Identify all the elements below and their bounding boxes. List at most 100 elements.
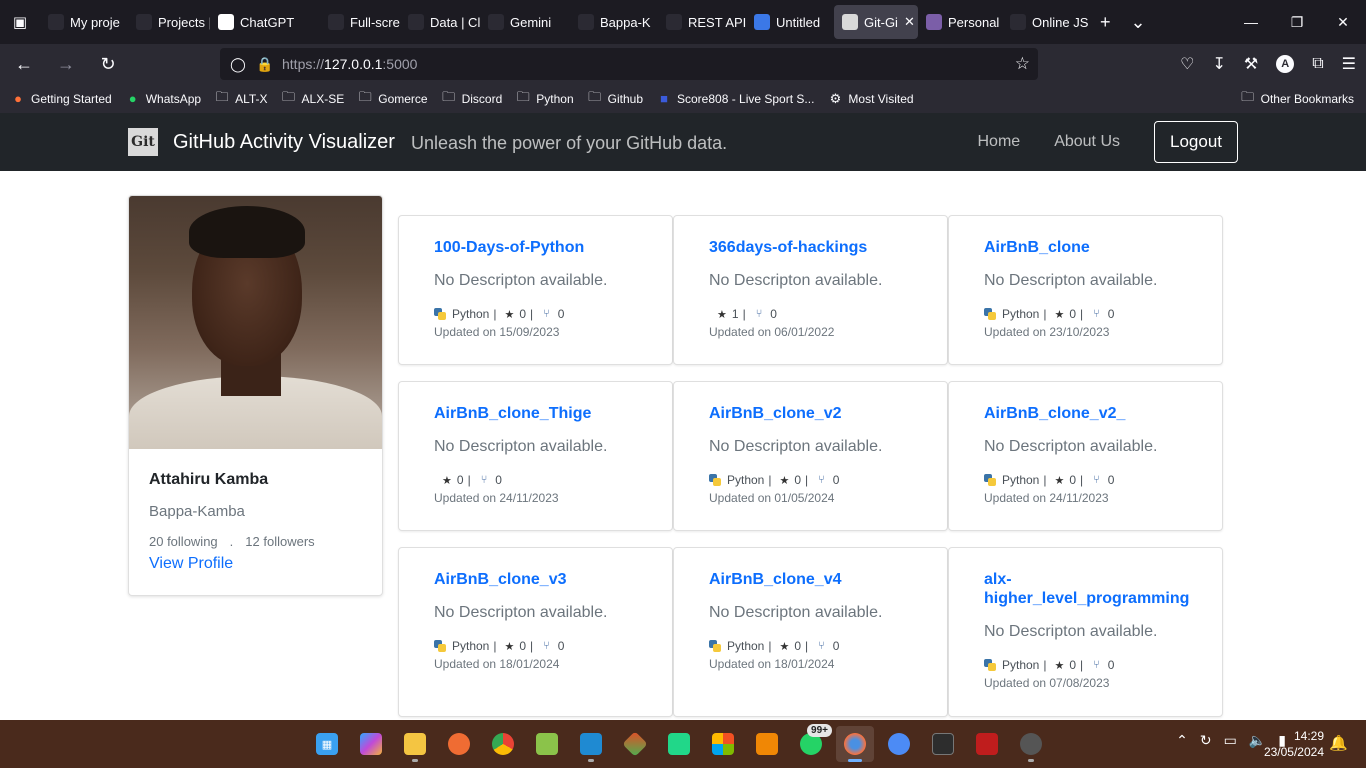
repo-updated: Updated on 01/05/2024 bbox=[709, 491, 835, 505]
browser-tab[interactable]: Bappa-K bbox=[570, 5, 658, 39]
nav-about-link[interactable]: About Us bbox=[1054, 133, 1120, 151]
repo-title-link[interactable]: AirBnB_clone_v2 bbox=[709, 404, 912, 423]
star-icon: ★ bbox=[442, 474, 452, 487]
hamburger-menu-icon[interactable]: ☰ bbox=[1342, 54, 1356, 74]
browser-tab[interactable]: Full-scre bbox=[320, 5, 400, 39]
tab-list-icon[interactable]: ▣ bbox=[0, 0, 40, 44]
start-button[interactable]: ▦ bbox=[308, 726, 346, 762]
python-icon bbox=[984, 474, 996, 486]
view-profile-link[interactable]: View Profile bbox=[149, 555, 233, 573]
taskbar-vscode[interactable] bbox=[572, 726, 610, 762]
browser-tab[interactable]: My proje bbox=[40, 5, 128, 39]
new-tab-icon[interactable]: + bbox=[1100, 12, 1111, 33]
repo-title-link[interactable]: AirBnB_clone_Thige bbox=[434, 404, 637, 423]
bookmark-item[interactable]: 🗀 Github bbox=[587, 88, 643, 110]
taskbar-obs[interactable] bbox=[1012, 726, 1050, 762]
nav-home-link[interactable]: Home bbox=[978, 133, 1021, 151]
repo-updated: Updated on 18/01/2024 bbox=[709, 657, 835, 671]
tab-dropdown-icon[interactable]: ⌄ bbox=[1131, 12, 1146, 33]
browser-tab[interactable]: REST API bbox=[658, 5, 746, 39]
windows-icon: ▦ bbox=[316, 733, 338, 755]
bookmark-item[interactable]: 🗀 ALX-SE bbox=[281, 88, 344, 110]
bookmark-item[interactable]: ■ Score808 - Live Sport S... bbox=[656, 91, 814, 106]
brand-name[interactable]: GitHub Activity Visualizer bbox=[173, 131, 395, 154]
logout-button[interactable]: Logout bbox=[1154, 121, 1238, 163]
close-tab-icon[interactable]: ✕ bbox=[904, 14, 915, 30]
wrench-icon[interactable]: ⚒ bbox=[1244, 54, 1258, 74]
tab-label: ChatGPT bbox=[240, 14, 295, 30]
extensions-icon[interactable]: ⧉ bbox=[1312, 55, 1323, 73]
repo-title-link[interactable]: AirBnB_clone_v2_ bbox=[984, 404, 1187, 423]
browser-tab[interactable]: ChatGPT bbox=[210, 5, 320, 39]
repo-description: No Descripton available. bbox=[984, 438, 1158, 455]
repo-title-link[interactable]: alx-higher_level_programming bbox=[984, 570, 1189, 608]
taskbar-whatsapp[interactable]: 99+ bbox=[792, 724, 832, 762]
bookmark-item[interactable]: 🗀 Gomerce bbox=[357, 88, 428, 110]
python-icon bbox=[709, 474, 721, 486]
repo-title-link[interactable]: 366days-of-hackings bbox=[709, 238, 912, 257]
browser-tab[interactable]: Untitled bbox=[746, 5, 834, 39]
repo-title-link[interactable]: AirBnB_clone bbox=[984, 238, 1187, 257]
bookmark-item[interactable]: ● WhatsApp bbox=[125, 91, 201, 106]
sync-icon[interactable]: ↻ bbox=[1200, 732, 1212, 749]
maximize-icon[interactable]: ❐ bbox=[1274, 0, 1320, 44]
taskbar-terminal[interactable] bbox=[924, 726, 962, 762]
bookmark-star-icon[interactable]: ☆ bbox=[1015, 54, 1030, 74]
tab-label: Bappa-K bbox=[600, 14, 651, 30]
browser-tab[interactable]: Data | Cl bbox=[400, 5, 480, 39]
bookmark-label: Discord bbox=[461, 91, 503, 106]
other-bookmarks[interactable]: 🗀 Other Bookmarks bbox=[1240, 88, 1354, 110]
taskbar-clock[interactable]: 14:29 23/05/2024 bbox=[1264, 728, 1324, 760]
browser-tab[interactable]: Online JS bbox=[1002, 5, 1094, 39]
shield-icon[interactable]: ◯ bbox=[230, 56, 246, 73]
browser-tab[interactable]: Projects | bbox=[128, 5, 210, 39]
url-text[interactable]: https://127.0.0.1:5000 bbox=[282, 56, 417, 72]
repo-language: Python bbox=[727, 639, 765, 653]
lock-icon[interactable]: 🔒 bbox=[256, 56, 273, 73]
fork-icon: ⑂ bbox=[755, 308, 763, 320]
browser-tab[interactable]: Gemini bbox=[480, 5, 570, 39]
browser-tab[interactable]: Git-Gi ✕ bbox=[834, 5, 918, 39]
notification-bell-icon[interactable]: 🔔 bbox=[1329, 734, 1348, 752]
account-avatar-icon[interactable]: A bbox=[1276, 55, 1295, 73]
taskbar-office[interactable] bbox=[704, 726, 742, 762]
taskbar-notepad[interactable] bbox=[528, 726, 566, 762]
taskbar-explorer[interactable] bbox=[396, 726, 434, 762]
browser-tab[interactable]: Personal bbox=[918, 5, 1002, 39]
repo-language: Python bbox=[727, 473, 765, 487]
taskbar-copilot[interactable] bbox=[352, 726, 390, 762]
minimize-icon[interactable]: — bbox=[1228, 0, 1274, 44]
bookmark-item[interactable]: ● Getting Started bbox=[10, 91, 112, 106]
bookmark-item[interactable]: 🗀 Python bbox=[515, 88, 574, 110]
close-window-icon[interactable]: ✕ bbox=[1320, 0, 1366, 44]
url-bar[interactable]: ◯ 🔒 https://127.0.0.1:5000 ☆ bbox=[220, 48, 1038, 80]
fork-icon: ⑂ bbox=[543, 640, 550, 652]
repo-title-link[interactable]: 100-Days-of-Python bbox=[434, 238, 637, 257]
tray-chevron-icon[interactable]: ⌃ bbox=[1176, 732, 1188, 749]
brand-logo[interactable]: Git bbox=[128, 128, 158, 156]
bookmark-item[interactable]: 🗀 ALT-X bbox=[214, 88, 268, 110]
taskbar-android-studio[interactable] bbox=[880, 726, 918, 762]
forward-arrow-icon[interactable]: → bbox=[48, 46, 84, 82]
taskbar-pycharm[interactable] bbox=[660, 726, 698, 762]
bookmark-item[interactable]: 🗀 Discord bbox=[441, 88, 503, 110]
reload-icon[interactable]: ↻ bbox=[90, 46, 126, 82]
taskbar-draw[interactable] bbox=[748, 726, 786, 762]
repo-title-link[interactable]: AirBnB_clone_v3 bbox=[434, 570, 637, 589]
star-icon: ★ bbox=[779, 640, 790, 653]
download-icon[interactable]: ↧ bbox=[1212, 54, 1225, 74]
back-arrow-icon[interactable]: ← bbox=[6, 46, 42, 82]
repo-title-link[interactable]: AirBnB_clone_v4 bbox=[709, 570, 912, 589]
tab-label: Full-scre bbox=[350, 14, 400, 30]
display-icon[interactable]: ▭ bbox=[1224, 732, 1237, 749]
bookmark-item[interactable]: ⚙ Most Visited bbox=[827, 91, 914, 107]
taskbar-firefox[interactable] bbox=[836, 726, 874, 762]
taskbar-chrome[interactable] bbox=[484, 726, 522, 762]
taskbar-filezilla[interactable] bbox=[968, 726, 1006, 762]
taskbar-postman[interactable] bbox=[440, 726, 478, 762]
taskbar-git[interactable] bbox=[616, 726, 654, 762]
url-host: 127.0.0.1 bbox=[324, 56, 383, 72]
meta-separator: | bbox=[742, 307, 746, 321]
firefox-icon: ● bbox=[14, 91, 22, 106]
pocket-icon[interactable]: ♡ bbox=[1180, 54, 1194, 74]
